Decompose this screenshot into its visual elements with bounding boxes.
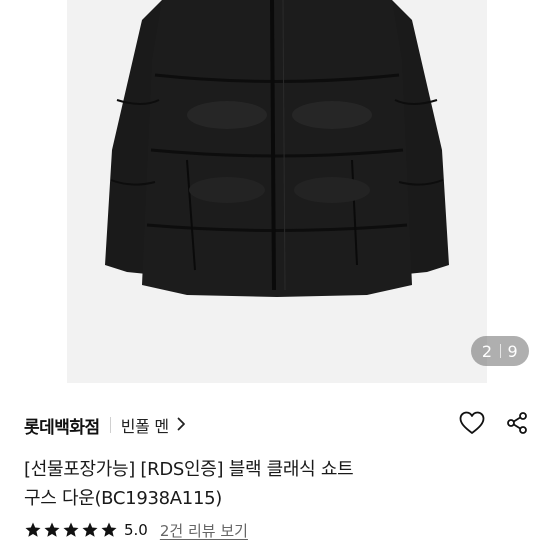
rating-stars — [24, 521, 119, 539]
star-filled-icon — [81, 521, 99, 539]
product-title: [선물포장가능] [RDS인증] 블랙 클래식 쇼트 구스 다운(BC1938A… — [24, 455, 494, 513]
star-filled-icon — [62, 521, 80, 539]
chevron-right-icon — [177, 416, 186, 435]
product-title-line-2: 구스 다운(BC1938A115) — [24, 488, 222, 509]
product-image-gallery[interactable]: 2 9 — [0, 0, 554, 383]
counter-divider — [499, 344, 501, 358]
jacket-image — [105, 0, 449, 297]
star-filled-icon — [43, 521, 61, 539]
star-filled-icon — [24, 521, 42, 539]
heart-outline-icon — [459, 411, 485, 439]
brand-divider — [109, 417, 111, 433]
rating-row: 5.0 2건 리뷰 보기 — [24, 517, 248, 543]
gallery-current-page: 2 — [481, 341, 493, 361]
product-title-line-1: [선물포장가능] [RDS인증] 블랙 클래식 쇼트 — [24, 459, 354, 480]
brand-name[interactable]: 롯데백화점 — [24, 413, 100, 438]
rating-value: 5.0 — [124, 521, 148, 539]
share-button[interactable] — [502, 410, 532, 440]
shop-link[interactable]: 빈폴 멘 — [121, 413, 186, 437]
gallery-total-pages: 9 — [507, 341, 519, 361]
share-icon — [505, 411, 529, 439]
star-filled-icon — [100, 521, 118, 539]
brand-row: 롯데백화점 빈폴 멘 — [24, 410, 186, 440]
review-link[interactable]: 2건 리뷰 보기 — [160, 520, 248, 541]
gallery-page-counter: 2 9 — [471, 336, 529, 366]
wishlist-button[interactable] — [457, 410, 487, 440]
shop-name: 빈폴 멘 — [120, 417, 169, 436]
product-photo[interactable] — [67, 0, 487, 383]
